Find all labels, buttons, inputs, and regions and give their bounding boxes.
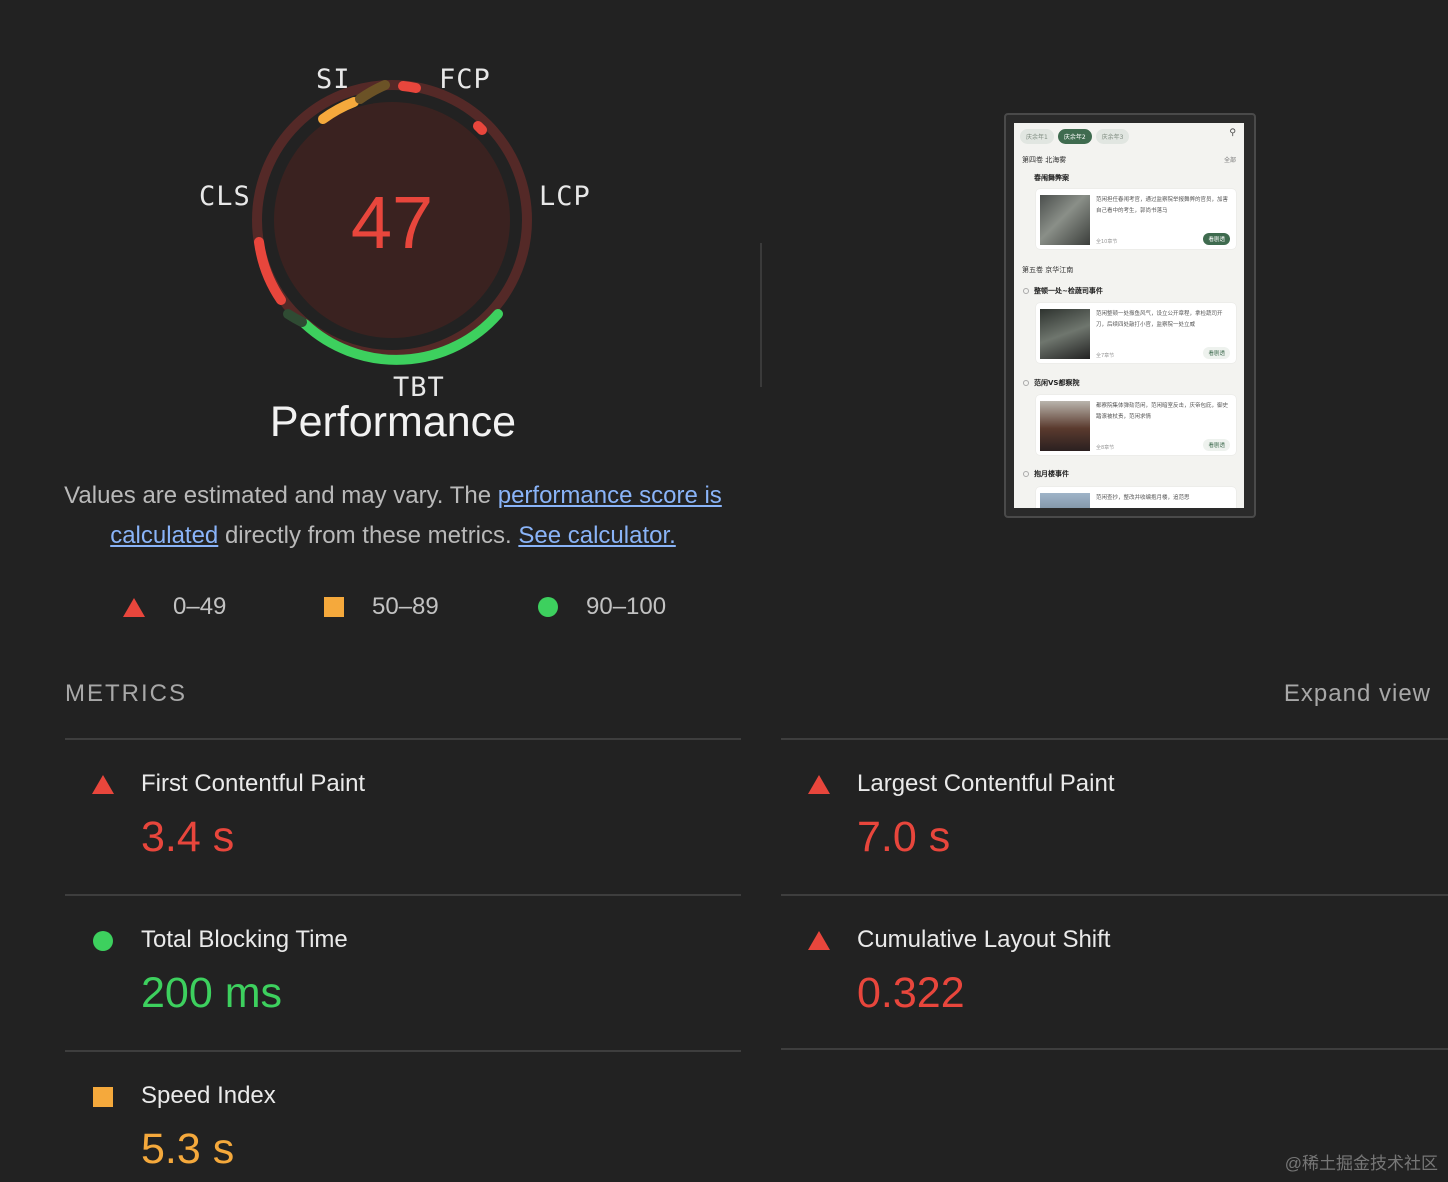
final-screenshot[interactable]: 庆余年1 庆余年2 庆余年3 ⚲ 第四卷 北海雾 全部 春闱舞弊案 范闲担任春闱… [1004,113,1256,518]
screenshot-item3-text: 都察院集体弹劾范闲，范闲暗室反击，庆帝包庇，御史踏滚被杖责，范闲求情 [1096,403,1229,420]
gauge-segment-fcp [398,81,421,93]
legend-fail-label: 0–49 [173,593,227,620]
screenshot-item1-meta: 全10章节 [1096,239,1118,245]
gauge-segment-cls [254,237,286,305]
screenshot-item3-card: 都察院集体弹劾范闲，范闲暗室反击，庆帝包庇，御史踏滚被杖责，范闲求情 全8章节 … [1036,395,1236,455]
fcp-name: First Contentful Paint [141,770,366,797]
fcp-fail-icon [92,775,114,794]
cls-fail-icon [808,931,830,950]
si-name: Speed Index [141,1082,276,1109]
screenshot-item3-image [1040,401,1090,451]
cls-value: 0.322 [857,969,965,1017]
pass-circle-icon [538,597,558,617]
metrics-divider-5 [65,1050,741,1052]
screenshot-item3-button: 看剧透 [1203,439,1230,451]
desc-text-2: directly from these metrics. [218,522,519,549]
screenshot-tabs: 庆余年1 庆余年2 庆余年3 [1020,129,1130,144]
screenshot-vol4: 第四卷 北海雾 [1022,156,1067,164]
tbt-name: Total Blocking Time [141,926,348,953]
screenshot-item2-meta: 全7章节 [1096,353,1115,359]
gauge-label-lcp: LCP [539,181,591,212]
performance-title: Performance [269,398,517,446]
legend-pass: 90–100 [538,590,666,624]
metrics-divider-6 [781,1048,1448,1050]
screenshot-item3-meta: 全8章节 [1096,445,1115,451]
screenshot-item3-dot [1023,380,1029,386]
screenshot-item1-card: 范闲担任春闱考官，通过监察院举报舞弊的官员，加害自己看中的考生，郭尚书落马 全1… [1036,189,1236,249]
see-calculator-link[interactable]: See calculator. [518,522,675,549]
screenshot-item2-title: 整顿一处~检蔬司事件 [1034,287,1103,295]
screenshot-vol5: 第五卷 京华江南 [1022,266,1074,274]
watermark: @稀土掘金技术社区 [1284,1154,1438,1173]
screenshot-tab-2: 庆余年2 [1057,129,1092,144]
screenshot-item4-card: 范闲查抄，整改并收编抱月楼，追范思 [1036,487,1236,508]
screenshot-vol4-right: 全部 [1223,157,1236,164]
screenshot-item2-dot [1023,288,1029,294]
metrics-heading: METRICS [65,680,187,707]
screenshot-item1-title: 春闱舞弊案 [1034,174,1069,182]
screenshot-item2-button: 看剧透 [1203,347,1230,359]
screenshot-item4-title: 抱月楼事件 [1034,470,1069,478]
screenshot-item4-text: 范闲查抄，整改并收编抱月楼，追范思 [1096,495,1190,501]
lcp-fail-icon [808,775,830,794]
screenshot-item1-button: 看剧透 [1203,233,1230,245]
fcp-value: 3.4 s [141,813,235,861]
metrics-divider-3 [65,894,741,896]
vertical-divider [760,243,762,387]
tbt-value: 200 ms [141,969,283,1017]
screenshot-search-icon: ⚲ [1229,128,1236,138]
performance-score: 47 [350,181,434,264]
legend-average: 50–89 [324,590,439,624]
lcp-value: 7.0 s [857,813,951,861]
fail-triangle-icon [123,597,145,617]
screenshot-item1-image [1040,195,1090,245]
gauge-label-si: SI [316,64,351,95]
screenshot-item4-dot [1023,471,1029,477]
metrics-divider-4 [781,894,1448,896]
cls-name: Cumulative Layout Shift [857,926,1111,953]
lcp-name: Largest Contentful Paint [857,770,1115,797]
gauge-label-cls: CLS [199,181,251,212]
legend-pass-label: 90–100 [586,593,667,620]
desc-text-1: Values are estimated and may vary. The [64,482,498,509]
metrics-divider-2 [781,738,1448,740]
screenshot-item2-text: 范闲整顿一处振鱼风气，设立公开章程，拿检蔬司开刀，后续四处敲打小官，监察院一处立… [1096,311,1223,328]
gauge-segment-lcp [473,121,487,135]
average-square-icon [324,597,344,617]
metrics-divider-1 [65,738,741,740]
screenshot-item2-card: 范闲整顿一处振鱼风气，设立公开章程，拿检蔬司开刀，后续四处敲打小官，监察院一处立… [1036,303,1236,363]
tbt-pass-icon [93,931,113,951]
legend-fail: 0–49 [123,590,226,624]
screenshot-item4-image [1040,493,1090,508]
screenshot-item1-text: 范闲担任春闱考官，通过监察院举报舞弊的官员，加害自己看中的考生，郭尚书落马 [1096,197,1229,214]
performance-description: Values are estimated and may vary. The p… [62,476,724,556]
screenshot-item3-title: 范闲VS都察院 [1034,379,1080,387]
gauge-label-fcp: FCP [439,64,491,95]
screenshot-tab-1: 庆余年1 [1020,129,1054,144]
screenshot-tab-3: 庆余年3 [1095,129,1130,144]
screenshot-content: 庆余年1 庆余年2 庆余年3 ⚲ 第四卷 北海雾 全部 春闱舞弊案 范闲担任春闱… [1014,123,1244,508]
legend-average-label: 50–89 [372,593,439,620]
si-value: 5.3 s [141,1125,235,1173]
screenshot-item2-image [1040,309,1090,359]
si-average-icon [93,1087,113,1107]
expand-view-toggle[interactable]: Expand view [1284,680,1431,708]
